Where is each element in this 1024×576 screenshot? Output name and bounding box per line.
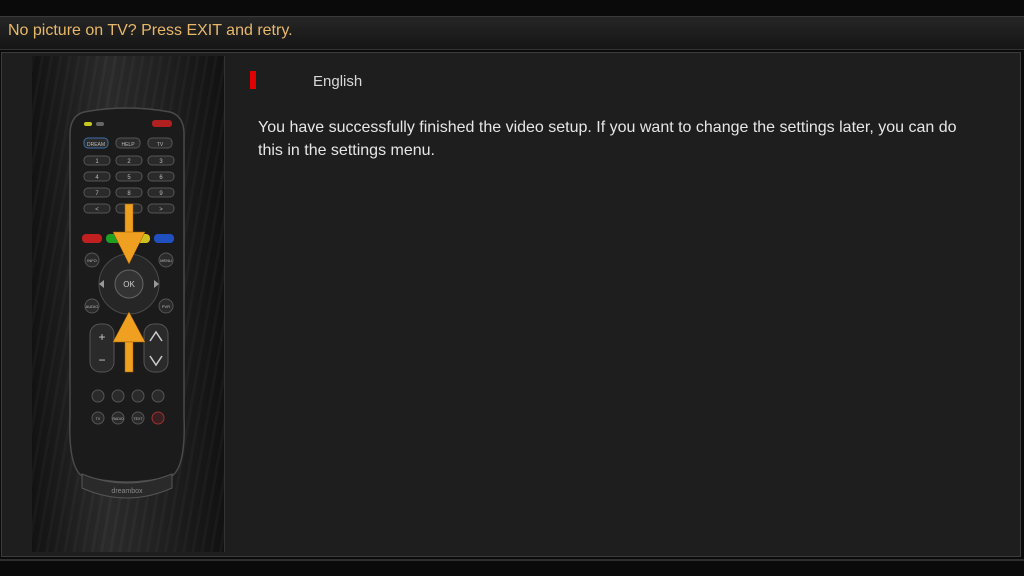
audio-label: AUDIO [86,304,99,309]
header-bar: No picture on TV? Press EXIT and retry. [0,16,1024,50]
red-key [82,234,102,243]
remote-control-image: dreambox DREAM HELP TV 1 2 3 4 5 6 7 8 9… [69,107,185,499]
language-label[interactable]: English [313,73,362,90]
volume-down-icon: − [98,353,105,367]
header-message: No picture on TV? Press EXIT and retry. [8,22,293,39]
footer-divider [0,559,1024,561]
rewind-icon [91,389,105,403]
led-grey [96,122,104,126]
text-label: TEXT [134,417,144,421]
ok-label: OK [123,280,135,289]
key-prev-label: < [95,207,99,213]
pvr-label: PVR [162,304,170,309]
led-yellow [84,122,92,126]
play-pause-icon [111,389,125,403]
setup-panel: dreambox DREAM HELP TV 1 2 3 4 5 6 7 8 9… [1,52,1021,557]
remote-brand-label: dreambox [111,488,143,495]
tv-mode-label: TV [96,417,101,421]
help-label: HELP [121,142,135,148]
volume-up-icon: + [98,330,105,344]
tv-label: TV [157,142,164,148]
stop-icon [131,389,145,403]
info-label: INFO [87,258,97,263]
menu-label: MENU [160,258,172,263]
fast-forward-icon [151,389,165,403]
radio-label: RADIO [112,417,123,421]
key-next-label: > [159,207,163,213]
record-icon [151,411,165,425]
dream-label: DREAM [87,142,105,148]
language-indicator [250,71,256,89]
setup-complete-message: You have successfully finished the video… [258,119,957,159]
power-button [152,120,172,127]
remote-illustration-pane: dreambox DREAM HELP TV 1 2 3 4 5 6 7 8 9… [32,56,225,552]
blue-key [154,234,174,243]
